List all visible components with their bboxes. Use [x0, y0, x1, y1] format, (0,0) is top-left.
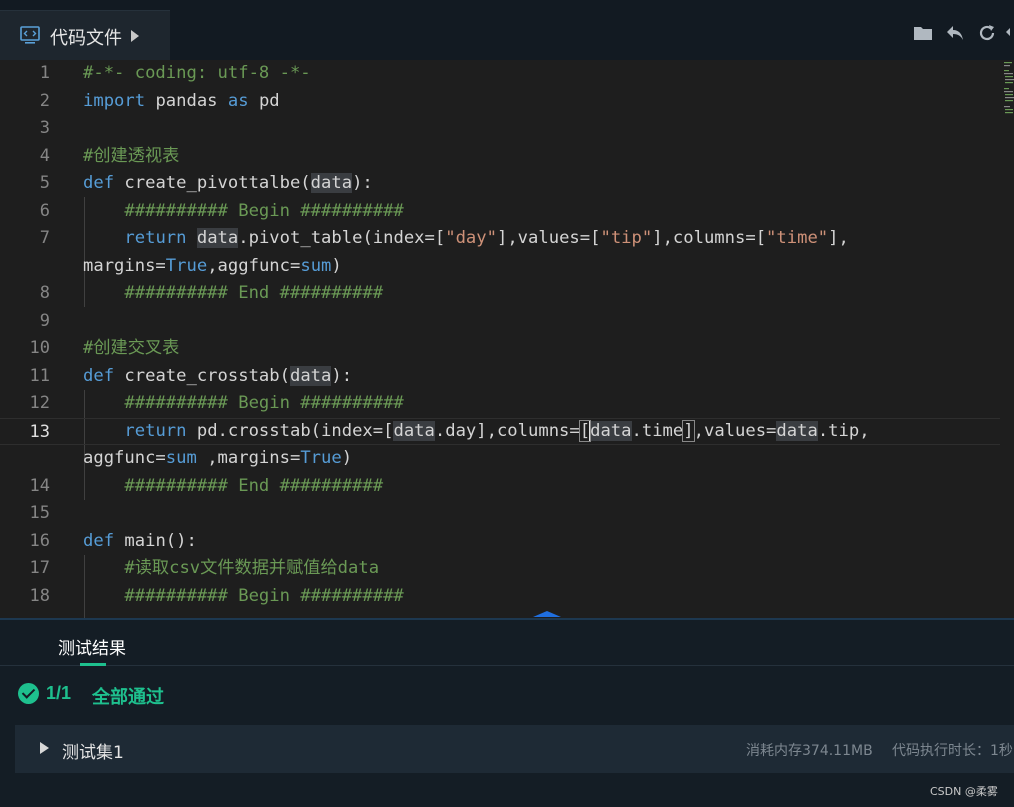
code-line[interactable]: 15 — [0, 500, 1000, 528]
line-number: 4 — [39, 145, 50, 166]
tab-test-results[interactable]: 测试结果 — [58, 634, 126, 659]
code-text: ########## Begin ########## — [83, 393, 404, 413]
line-number: 9 — [39, 310, 50, 331]
refresh-icon[interactable] — [976, 22, 998, 44]
line-number: 10 — [29, 338, 50, 358]
code-editor[interactable]: 1 #-*- coding: utf-8 -*- 2 import pandas… — [0, 60, 1014, 618]
code-text: def main(): — [83, 530, 197, 551]
code-file-icon — [20, 26, 40, 44]
pass-status: 全部通过 — [92, 687, 164, 708]
code-line[interactable]: 1 #-*- coding: utf-8 -*- — [0, 60, 1000, 88]
line-number: 17 — [29, 558, 50, 578]
code-line[interactable]: 8 ########## End ########## — [0, 280, 1000, 308]
folder-icon[interactable] — [912, 22, 934, 44]
line-number: 11 — [29, 365, 50, 386]
code-text: ########## Begin ########## — [83, 200, 404, 221]
undo-icon[interactable] — [944, 22, 966, 44]
code-line[interactable]: 5 def create_pivottalbe(data): — [0, 170, 1000, 198]
code-text: import pandas as pd — [83, 90, 280, 111]
line-number: 8 — [39, 283, 50, 303]
test-set-label: 测试集1 — [62, 743, 124, 763]
code-line[interactable]: 4 #创建透视表 — [0, 143, 1000, 171]
code-line[interactable]: 3 — [0, 115, 1000, 143]
code-line[interactable]: 12 ########## Begin ########## — [0, 390, 1000, 418]
code-text: return data.pivot_table(index=["day"],va… — [83, 228, 849, 276]
line-number: 1 — [39, 63, 50, 83]
results-panel: 测试结果 1/1 全部通过 测试集1 消耗内存374.11MB 代码执行时长：1… — [0, 618, 1014, 807]
download-icon[interactable] — [1004, 22, 1014, 44]
code-line[interactable]: 16 def main(): — [0, 528, 1000, 556]
tab-code-file[interactable]: 代码文件 — [0, 10, 170, 60]
check-circle-icon — [18, 683, 39, 704]
code-text: return pd.crosstab(index=[data.day],colu… — [83, 419, 870, 468]
code-line[interactable]: 17 #读取csv文件数据并赋值给data — [0, 555, 1000, 583]
line-number: 12 — [29, 393, 50, 413]
code-line[interactable]: 11 def create_crosstab(data): — [0, 363, 1000, 391]
code-line[interactable]: 7 return data.pivot_table(index=["day"],… — [0, 225, 1000, 280]
line-number: 3 — [39, 118, 50, 138]
code-line[interactable]: 2 import pandas as pd — [0, 88, 1000, 116]
code-text: ########## Begin ########## — [83, 585, 404, 606]
code-line[interactable]: return pd.crosstab(index=[data.day],colu… — [0, 418, 1000, 473]
code-text: def create_crosstab(data): — [83, 365, 353, 386]
test-set-row[interactable]: 测试集1 消耗内存374.11MB 代码执行时长：1秒 — [15, 725, 1014, 773]
pass-count: 1/1 — [46, 683, 72, 703]
code-line[interactable]: 14 ########## End ########## — [0, 473, 1000, 501]
minimap[interactable] — [1002, 60, 1014, 120]
code-text: ########## End ########## — [83, 283, 384, 303]
line-number: 7 — [39, 228, 50, 248]
top-bar: 代码文件 — [0, 0, 1014, 60]
results-tabs: 测试结果 — [0, 620, 1014, 666]
line-number: 14 — [29, 475, 50, 496]
line-number: 15 — [29, 503, 50, 523]
execution-time: 代码执行时长：1秒 — [892, 743, 1013, 759]
code-text: def create_pivottalbe(data): — [83, 173, 373, 193]
tab-title: 代码文件 — [50, 28, 122, 49]
code-text: #-*- coding: utf-8 -*- — [83, 63, 311, 83]
line-number: 18 — [29, 585, 50, 606]
play-arrow-icon[interactable] — [131, 30, 139, 42]
memory-usage: 消耗内存374.11MB — [746, 743, 873, 759]
code-line[interactable]: 18 ########## Begin ########## — [0, 583, 1000, 611]
expand-arrow-icon[interactable] — [40, 742, 49, 754]
line-number: 16 — [29, 530, 50, 551]
code-line[interactable]: 9 — [0, 308, 1000, 336]
code-line[interactable]: 10 #创建交叉表 — [0, 335, 1000, 363]
active-tab-indicator — [80, 663, 106, 666]
watermark: CSDN @柔雾 — [930, 785, 998, 798]
line-number: 6 — [39, 200, 50, 221]
code-text: #创建交叉表 — [83, 338, 180, 358]
line-number: 2 — [39, 90, 50, 111]
code-text: ########## End ########## — [83, 475, 384, 496]
code-text: #读取csv文件数据并赋值给data — [83, 558, 380, 578]
code-line[interactable]: 6 ########## Begin ########## — [0, 198, 1000, 226]
line-number: 5 — [39, 173, 50, 193]
code-text: #创建透视表 — [83, 145, 180, 166]
